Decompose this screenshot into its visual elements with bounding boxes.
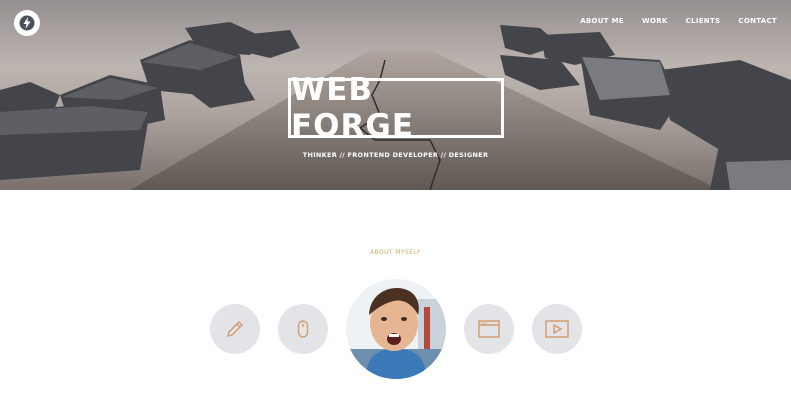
pencil-icon [227, 321, 243, 337]
browser-window-icon [478, 320, 500, 338]
main-nav: ABOUT ME WORK CLIENTS CONTACT [580, 17, 777, 25]
avatar [346, 279, 446, 379]
skill-mouse[interactable] [278, 304, 328, 354]
brand-title: WEB FORGE [291, 72, 415, 144]
skill-video[interactable] [532, 304, 582, 354]
tagline: THINKER // FRONTEND DEVELOPER // DESIGNE… [302, 151, 489, 159]
nav-work[interactable]: WORK [642, 17, 668, 25]
about-section-label: ABOUT MYSELF [370, 249, 421, 256]
profile-photo [346, 279, 446, 379]
hero-banner: ABOUT ME WORK CLIENTS CONTACT WEB FORGE … [0, 0, 791, 190]
logo[interactable] [14, 10, 40, 36]
lightning-bolt-icon [19, 15, 35, 31]
video-play-icon [545, 320, 569, 338]
nav-clients[interactable]: CLIENTS [686, 17, 721, 25]
nav-contact[interactable]: CONTACT [738, 17, 777, 25]
skill-pencil[interactable] [210, 304, 260, 354]
skill-browser[interactable] [464, 304, 514, 354]
brand-frame: WEB FORGE [288, 72, 504, 144]
nav-about-me[interactable]: ABOUT ME [580, 17, 624, 25]
mouse-icon [297, 320, 309, 338]
